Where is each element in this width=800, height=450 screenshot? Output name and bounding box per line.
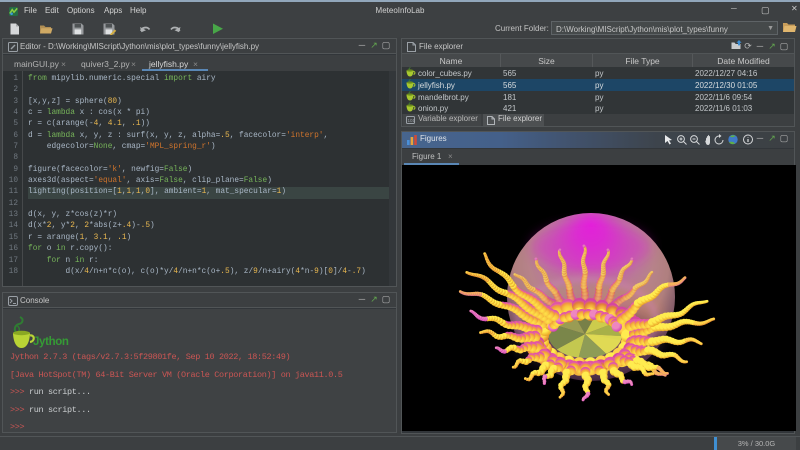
svg-text:101: 101 (408, 118, 416, 123)
svg-text:Jython: Jython (33, 336, 69, 348)
